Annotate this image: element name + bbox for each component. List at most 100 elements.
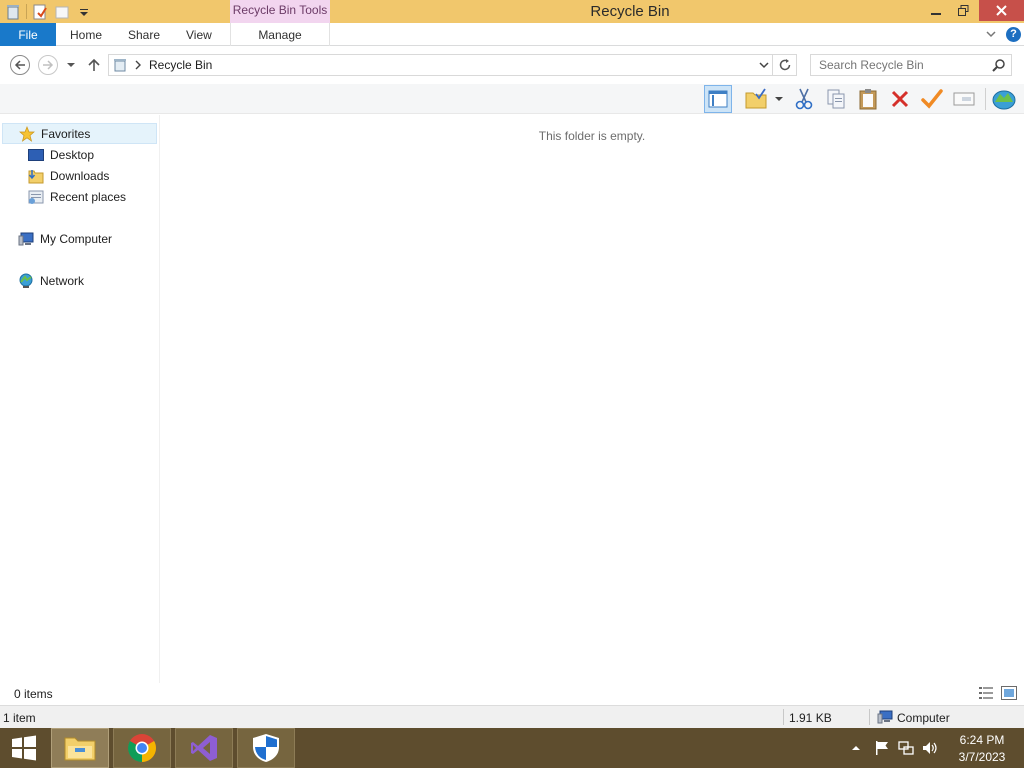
properties-button[interactable] bbox=[918, 85, 946, 113]
nav-item-desktop[interactable]: Desktop bbox=[28, 145, 94, 165]
nav-item-downloads[interactable]: Downloads bbox=[28, 166, 109, 186]
tab-file[interactable]: File bbox=[0, 23, 56, 46]
nav-item-favorites[interactable]: Favorites bbox=[2, 123, 157, 144]
restore-button[interactable] bbox=[945, 0, 981, 21]
cut-button[interactable] bbox=[790, 85, 818, 113]
taskbar-chrome[interactable] bbox=[113, 728, 171, 768]
address-bar-row: Recycle Bin bbox=[0, 46, 1024, 84]
search-box[interactable] bbox=[810, 54, 1012, 76]
new-folder-dropdown-icon[interactable] bbox=[772, 85, 786, 113]
total-size: 1.91 KB bbox=[789, 711, 832, 725]
show-hidden-icons-icon[interactable] bbox=[851, 742, 861, 752]
recycle-bin-app-icon[interactable] bbox=[4, 3, 22, 21]
tab-manage[interactable]: Manage bbox=[230, 23, 330, 46]
address-bar[interactable]: Recycle Bin bbox=[108, 54, 773, 76]
tab-view[interactable]: View bbox=[186, 23, 212, 46]
ribbon-expand-chevron-icon[interactable] bbox=[984, 27, 998, 41]
title-bar: Recycle Bin Tools Recycle Bin bbox=[0, 0, 1024, 23]
folder-check-icon bbox=[745, 88, 767, 109]
visual-studio-icon bbox=[191, 735, 217, 761]
back-arrow-icon bbox=[14, 60, 25, 70]
details-separator bbox=[783, 709, 784, 725]
window-title: Recycle Bin bbox=[590, 3, 670, 20]
properties-icon[interactable] bbox=[31, 3, 49, 21]
forward-arrow-icon bbox=[43, 60, 54, 70]
details-separator bbox=[869, 709, 870, 725]
qat-customize-icon[interactable] bbox=[75, 3, 93, 21]
globe-button[interactable] bbox=[990, 85, 1018, 113]
nav-item-network[interactable]: Network bbox=[18, 271, 84, 291]
rename-button[interactable] bbox=[950, 85, 978, 113]
nav-item-recent-places[interactable]: Recent places bbox=[28, 187, 126, 207]
taskbar-visual-studio[interactable] bbox=[175, 728, 233, 768]
network-status-icon[interactable] bbox=[898, 740, 914, 756]
delete-x-icon bbox=[891, 90, 909, 108]
copy-icon bbox=[827, 89, 845, 109]
new-folder-button[interactable] bbox=[742, 85, 770, 113]
details-view-icon[interactable] bbox=[978, 686, 994, 700]
file-list-area[interactable]: This folder is empty. bbox=[160, 115, 1024, 683]
search-input[interactable] bbox=[811, 55, 981, 75]
copy-button[interactable] bbox=[822, 85, 850, 113]
taskbar-file-explorer[interactable] bbox=[51, 728, 109, 768]
breadcrumb-recycle-bin[interactable]: Recycle Bin bbox=[149, 55, 212, 75]
item-count: 0 items bbox=[14, 687, 53, 701]
star-icon bbox=[19, 125, 35, 142]
large-icons-view-icon[interactable] bbox=[1001, 686, 1017, 700]
nav-item-label: My Computer bbox=[40, 232, 113, 246]
refresh-icon bbox=[779, 59, 790, 71]
refresh-button[interactable] bbox=[773, 54, 797, 76]
close-button[interactable] bbox=[979, 0, 1024, 21]
taskbar: 6:24 PM 3/7/2023 bbox=[0, 728, 1024, 768]
tab-share[interactable]: Share bbox=[128, 23, 160, 46]
nav-item-my-computer[interactable]: My Computer bbox=[18, 229, 112, 249]
desktop-icon bbox=[28, 147, 44, 163]
clock-date[interactable]: 3/7/2023 bbox=[950, 750, 1014, 764]
network-icon bbox=[18, 273, 34, 289]
nav-item-label: Desktop bbox=[50, 148, 95, 162]
navigation-pane: Favorites Desktop Downloads Recent place… bbox=[0, 115, 160, 683]
nav-item-label: Recent places bbox=[50, 190, 127, 204]
checkmark-icon bbox=[921, 89, 943, 109]
clock-time[interactable]: 6:24 PM bbox=[950, 733, 1014, 747]
restore-icon bbox=[957, 5, 968, 16]
preview-pane-icon bbox=[708, 90, 728, 108]
new-folder-icon[interactable] bbox=[53, 3, 71, 21]
back-button[interactable] bbox=[10, 55, 30, 75]
recycle-bin-icon bbox=[113, 58, 127, 72]
chrome-icon bbox=[128, 734, 156, 762]
location-label: Computer bbox=[897, 711, 950, 725]
up-one-level-button[interactable] bbox=[86, 57, 102, 73]
context-tab-label: Recycle Bin Tools bbox=[230, 0, 330, 23]
tab-home[interactable]: Home bbox=[70, 23, 102, 46]
minimize-icon bbox=[931, 12, 941, 15]
start-button[interactable] bbox=[0, 728, 48, 768]
computer-icon bbox=[877, 710, 893, 724]
windows-logo-icon bbox=[12, 735, 36, 761]
status-bar: 0 items bbox=[0, 683, 1024, 705]
rename-icon bbox=[953, 92, 975, 106]
breadcrumb-chevron-icon[interactable] bbox=[134, 59, 142, 71]
action-center-flag-icon[interactable] bbox=[874, 740, 890, 756]
file-explorer-icon bbox=[64, 737, 96, 761]
recent-locations-dropdown-icon[interactable] bbox=[64, 58, 78, 72]
quick-access-toolbar bbox=[0, 0, 93, 23]
paste-button[interactable] bbox=[854, 85, 882, 113]
details-bar: 1 item 1.91 KB Computer bbox=[0, 705, 1024, 728]
empty-folder-message: This folder is empty. bbox=[538, 129, 646, 143]
shield-icon bbox=[253, 734, 279, 762]
volume-icon[interactable] bbox=[922, 740, 938, 756]
nav-item-label: Downloads bbox=[50, 169, 110, 183]
address-dropdown-icon[interactable] bbox=[757, 58, 771, 72]
up-arrow-icon bbox=[88, 58, 100, 71]
nav-item-label: Favorites bbox=[41, 126, 91, 141]
nav-item-label: Network bbox=[40, 274, 85, 288]
recent-places-icon bbox=[28, 189, 44, 205]
taskbar-windows-defender[interactable] bbox=[237, 728, 295, 768]
search-icon[interactable] bbox=[992, 58, 1006, 72]
help-icon[interactable]: ? bbox=[1006, 27, 1021, 42]
delete-button[interactable] bbox=[886, 85, 914, 113]
command-toolbar bbox=[0, 84, 1024, 114]
preview-pane-button[interactable] bbox=[704, 85, 732, 113]
forward-button[interactable] bbox=[38, 55, 58, 75]
